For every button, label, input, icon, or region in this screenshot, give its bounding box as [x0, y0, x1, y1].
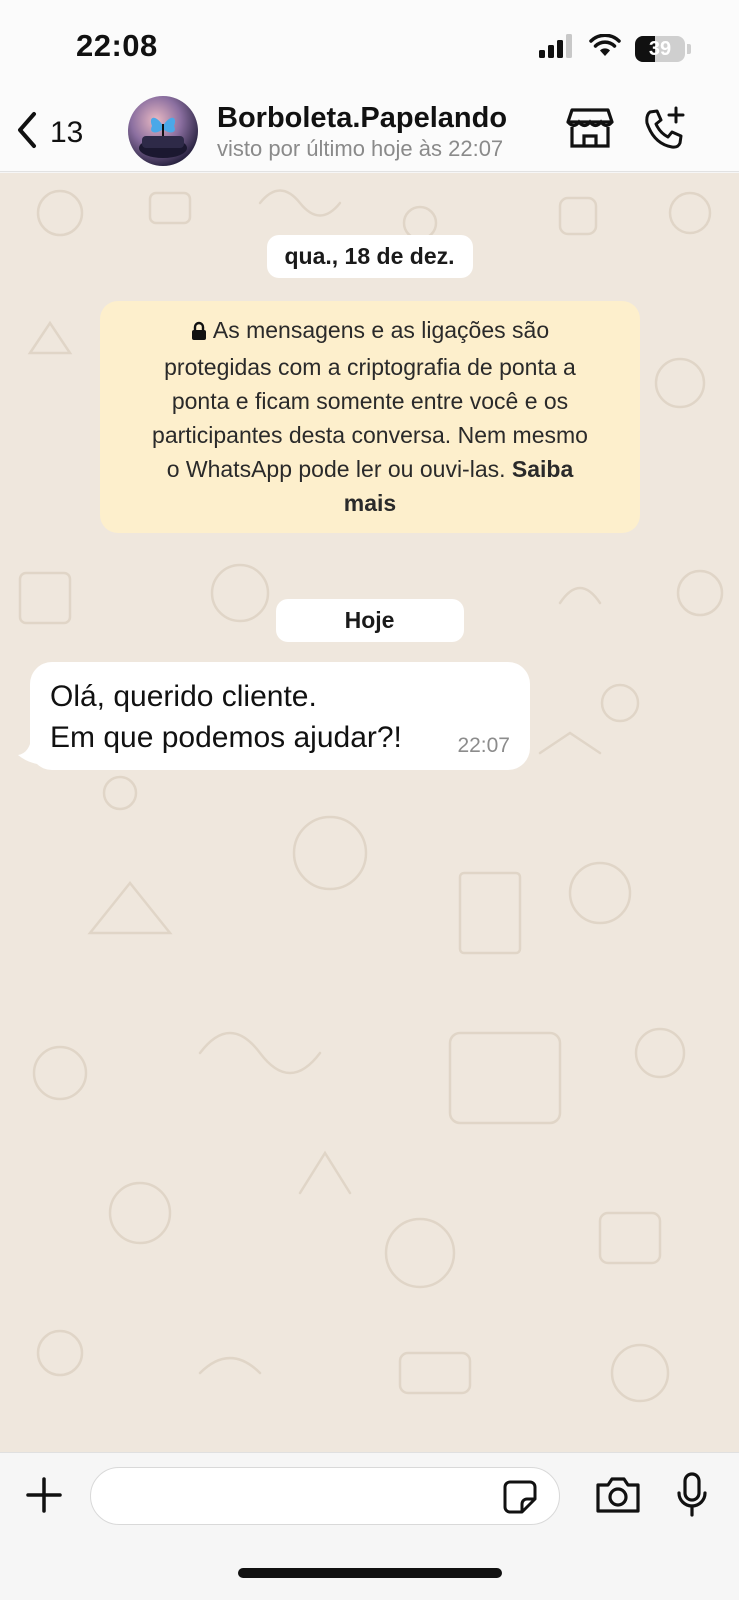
home-indicator[interactable]	[238, 1568, 502, 1578]
last-seen-status: visto por último hoje às 22:07	[217, 136, 504, 161]
battery-icon: 39	[635, 35, 685, 62]
contact-name[interactable]: Borboleta.Papelando	[217, 102, 507, 135]
today-separator: Hoje	[275, 599, 464, 642]
notice-line-4: participantes desta conversa. Nem mesmo	[152, 422, 588, 448]
avatar[interactable]	[128, 96, 198, 166]
message-line-2: Em que podemos ajudar?!	[50, 721, 402, 754]
phone-add-icon	[642, 106, 688, 156]
unread-count: 13	[50, 115, 84, 149]
back-button[interactable]: 13	[14, 110, 83, 155]
notice-line-2: protegidas com a criptografia de ponta a	[164, 354, 576, 380]
microphone-button[interactable]	[674, 1471, 710, 1524]
status-bar: 22:08 39	[0, 0, 739, 96]
catalog-button[interactable]	[566, 106, 614, 155]
learn-more-link[interactable]: Saiba	[512, 456, 573, 482]
store-icon	[566, 108, 614, 154]
signal-icon	[539, 34, 575, 63]
status-time: 22:08	[76, 28, 158, 63]
notice-line-5: o WhatsApp pode ler ou ouvi-las.	[166, 456, 506, 482]
battery-tip	[687, 43, 691, 54]
chat-area[interactable]: qua., 18 de dez. As mensagens e as ligaç…	[0, 173, 739, 1452]
wifi-icon	[589, 33, 621, 63]
camera-icon	[594, 1477, 642, 1519]
chevron-left-icon	[14, 110, 40, 155]
lock-icon	[191, 316, 207, 350]
sticker-button[interactable]	[502, 1479, 538, 1520]
chat-header: 13 Borboleta.Papelando visto por último …	[0, 96, 739, 172]
message-input[interactable]	[90, 1467, 560, 1525]
message-line-1: Olá, querido cliente.	[50, 680, 317, 713]
learn-more-link-cont[interactable]: mais	[344, 490, 396, 516]
camera-button[interactable]	[594, 1475, 642, 1520]
microphone-icon	[674, 1472, 710, 1523]
message-bubble[interactable]: Olá, querido cliente. Em que podemos aju…	[30, 662, 530, 770]
plus-icon	[22, 1477, 66, 1521]
battery-percent: 39	[648, 37, 672, 60]
sticker-icon	[502, 1480, 538, 1519]
notice-line-3: ponta e ficam somente entre você e os	[171, 388, 569, 414]
encryption-notice[interactable]: As mensagens e as ligações são protegida…	[100, 301, 640, 533]
voice-call-button[interactable]	[642, 106, 688, 157]
attach-button[interactable]	[22, 1473, 66, 1522]
notice-line-1: As mensagens e as ligações são	[212, 317, 550, 343]
date-separator: qua., 18 de dez.	[266, 235, 473, 278]
status-icons: 39	[539, 33, 691, 63]
message-time: 22:07	[457, 734, 510, 757]
